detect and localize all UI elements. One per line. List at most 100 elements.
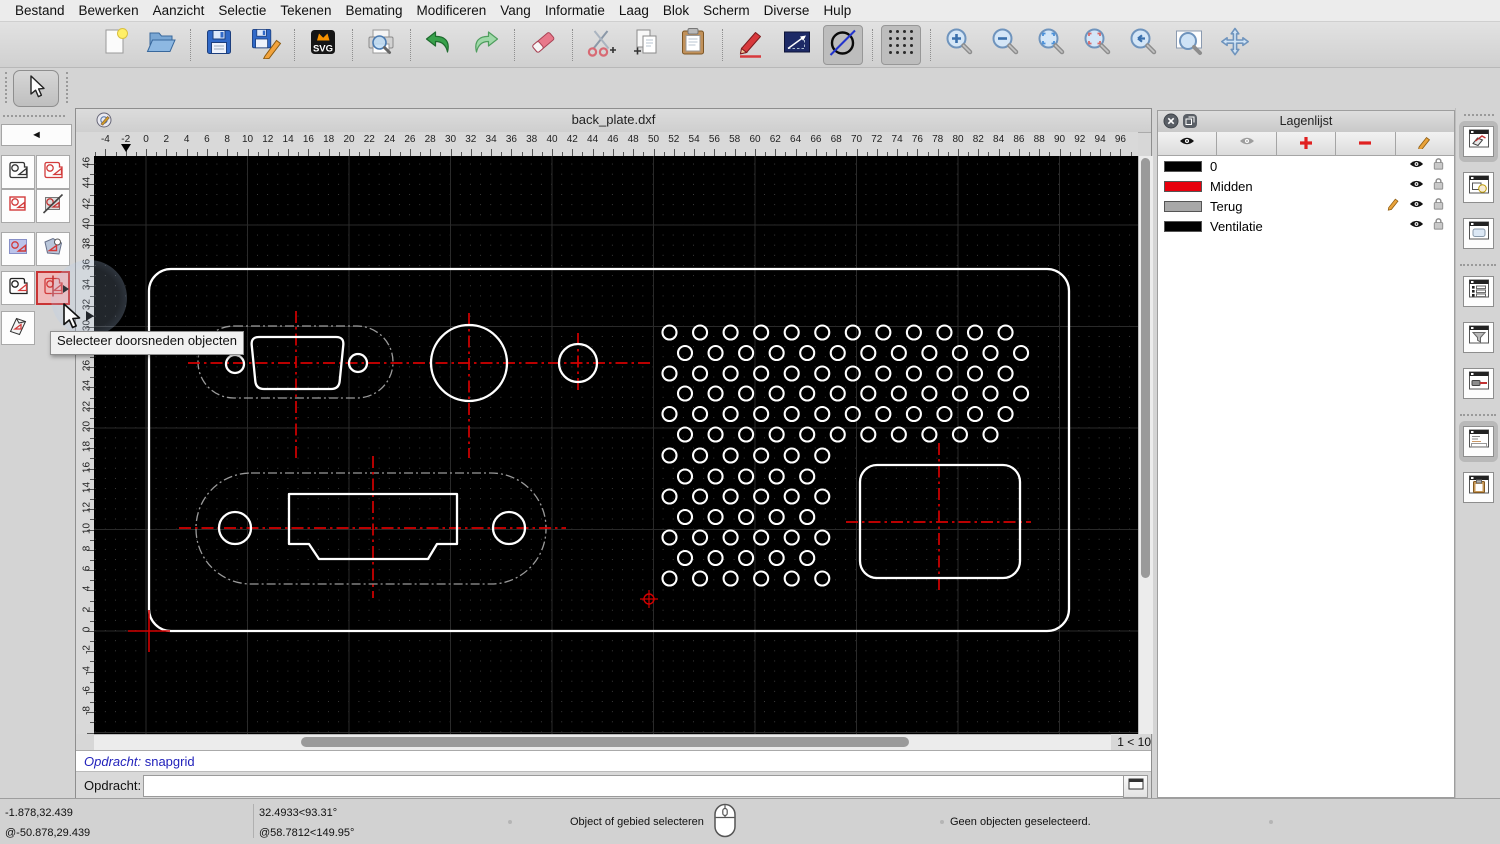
ruler-label: -4: [100, 134, 110, 145]
horizontal-scrollbar-thumb[interactable]: [301, 737, 909, 747]
add-layer-button[interactable]: [1276, 132, 1337, 156]
select-pointer-tool[interactable]: [13, 70, 59, 107]
layer-lock-icon[interactable]: [1431, 216, 1446, 236]
zoom-window-button[interactable]: [1169, 25, 1209, 65]
show-all-layers-button[interactable]: [1158, 132, 1218, 156]
zoom-out-button[interactable]: [985, 25, 1025, 65]
dock-layer-list-button[interactable]: [1463, 126, 1494, 157]
menu-item-laag[interactable]: Laag: [612, 3, 656, 18]
layer-lock-icon[interactable]: [1431, 196, 1446, 216]
draw-pencil-button[interactable]: [731, 25, 771, 65]
select-contour-button[interactable]: [36, 232, 70, 266]
dock-entity-list-button[interactable]: [1463, 276, 1494, 307]
ruler-label: 20: [343, 134, 355, 145]
layer-visibility-eye-icon[interactable]: [1408, 217, 1425, 236]
palette-back-button[interactable]: ◄: [1, 124, 72, 146]
copy-button[interactable]: [627, 25, 667, 65]
vertical-scrollbar[interactable]: [1138, 156, 1153, 734]
layer-row-0[interactable]: 0: [1158, 156, 1454, 176]
drawing-canvas[interactable]: [94, 156, 1138, 734]
vent-hole: [753, 447, 770, 464]
menu-item-modificeren[interactable]: Modificeren: [410, 3, 494, 18]
ruler-tick: [166, 149, 168, 156]
dock-pen-palette-button[interactable]: [1463, 368, 1494, 399]
paste-button[interactable]: [673, 25, 713, 65]
layer-visibility-eye-icon[interactable]: [1408, 197, 1425, 216]
vent-hole: [966, 405, 984, 423]
horizontal-ruler: -4 -2 0 2 4 6 8 10 12 14 16 18 20 22 24 26 28 30 32 34 36 38 4…: [94, 132, 1138, 157]
save-button[interactable]: [199, 25, 239, 65]
ruler-label: 12: [262, 134, 274, 145]
zoom-page-indicator: 1 < 10: [1111, 734, 1151, 751]
cut-button[interactable]: [581, 25, 621, 65]
layer-panel-titlebar[interactable]: Lagenlijst: [1158, 111, 1454, 133]
menu-item-diverse[interactable]: Diverse: [757, 3, 817, 18]
cut-icon: [584, 25, 618, 64]
vent-hole: [738, 468, 755, 485]
layer-lock-icon[interactable]: [1431, 176, 1446, 196]
menu-item-bestand[interactable]: Bestand: [8, 3, 72, 18]
layer-row-ventilatie[interactable]: Ventilatie: [1158, 216, 1454, 236]
dock-block-list-button[interactable]: [1463, 172, 1494, 203]
menu-item-blok[interactable]: Blok: [656, 3, 696, 18]
layer-lock-icon[interactable]: [1431, 156, 1446, 176]
vent-hole: [722, 570, 739, 587]
menu-item-bemating[interactable]: Bemating: [338, 3, 409, 18]
hide-all-layers-button[interactable]: [1217, 132, 1277, 156]
copy-icon: [630, 25, 664, 64]
layer-visibility-eye-icon[interactable]: [1408, 177, 1425, 196]
ruler-label: 76: [911, 134, 923, 145]
save-as-button[interactable]: [245, 25, 285, 65]
vent-hole: [860, 426, 877, 443]
layer-row-midden[interactable]: Midden: [1158, 176, 1454, 196]
menu-item-bewerken[interactable]: Bewerken: [72, 3, 146, 18]
ruler-label: 60: [749, 134, 761, 145]
zoom-in-button[interactable]: [939, 25, 979, 65]
menu-item-scherm[interactable]: Scherm: [696, 3, 757, 18]
edit-layer-button[interactable]: [1395, 132, 1455, 156]
vertical-scrollbar-thumb[interactable]: [1141, 158, 1150, 578]
layer-row-terug[interactable]: Terug: [1158, 196, 1454, 216]
dock-command-line-button[interactable]: [1463, 426, 1494, 457]
menu-item-informatie[interactable]: Informatie: [538, 3, 612, 18]
undo-button[interactable]: [419, 25, 459, 65]
vent-hole: [829, 344, 846, 362]
menu-item-aanzicht[interactable]: Aanzicht: [146, 3, 212, 18]
zoom-previous-button[interactable]: [1123, 25, 1163, 65]
invert-selection-button[interactable]: [1, 311, 35, 345]
vent-hole: [676, 468, 694, 485]
horizontal-scrollbar[interactable]: [94, 734, 1111, 750]
menu-item-hulp[interactable]: Hulp: [816, 3, 858, 18]
command-options-button[interactable]: [1123, 775, 1148, 798]
delete-eraser-button[interactable]: [523, 25, 563, 65]
menu-item-vang[interactable]: Vang: [493, 3, 538, 18]
open-file-button[interactable]: [141, 25, 181, 65]
deselect-window-button[interactable]: [36, 189, 70, 223]
svg-export-button[interactable]: SVG: [303, 25, 343, 65]
select-intersected-objects-button[interactable]: [36, 271, 70, 305]
new-document-button[interactable]: [95, 25, 135, 65]
measure-distance-button[interactable]: [777, 25, 817, 65]
select-region-button[interactable]: [1, 232, 35, 266]
ruler-tick: [146, 149, 147, 156]
deselect-intersected-button[interactable]: [1, 271, 35, 305]
remove-layer-button[interactable]: [1336, 132, 1396, 156]
menu-item-tekenen[interactable]: Tekenen: [273, 3, 338, 18]
zoom-pan-button[interactable]: [1215, 25, 1255, 65]
zoom-auto-button[interactable]: [1031, 25, 1071, 65]
layer-visibility-eye-icon[interactable]: [1408, 157, 1425, 176]
redo-button[interactable]: [465, 25, 505, 65]
dock-selection-filter-button[interactable]: [1463, 322, 1494, 353]
deselect-all-button[interactable]: [1, 155, 35, 189]
zoom-redraw-button[interactable]: [1077, 25, 1117, 65]
print-preview-button[interactable]: [361, 25, 401, 65]
select-all-button[interactable]: [36, 155, 70, 189]
menu-item-selectie[interactable]: Selectie: [211, 3, 273, 18]
dock-clipboard-button[interactable]: [1463, 472, 1494, 503]
command-input[interactable]: [143, 775, 1128, 797]
dock-library-browser-button[interactable]: [1463, 218, 1494, 249]
circle-line-tool-button[interactable]: [823, 24, 863, 65]
snap-grid-button[interactable]: [881, 24, 921, 65]
select-window-button[interactable]: [1, 189, 35, 223]
document-titlebar[interactable]: back_plate.dxf: [76, 109, 1151, 133]
